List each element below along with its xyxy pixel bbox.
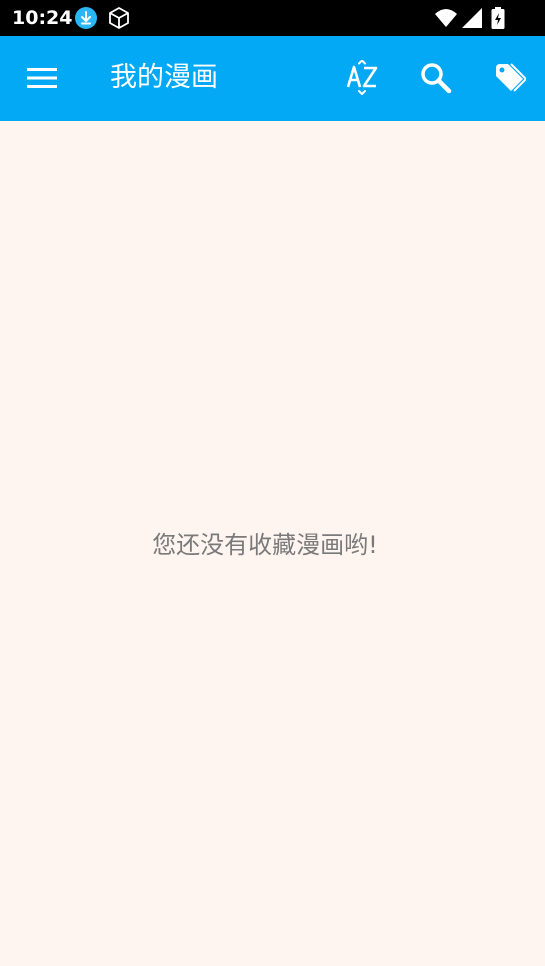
status-time: 10:24 bbox=[12, 7, 73, 29]
battery-charging-icon bbox=[486, 6, 510, 30]
wifi-icon bbox=[434, 6, 458, 30]
package-icon bbox=[107, 6, 131, 30]
sort-az-icon[interactable] bbox=[345, 60, 381, 96]
status-bar: 10:24 bbox=[0, 0, 545, 36]
search-icon[interactable] bbox=[418, 60, 454, 96]
tag-icon[interactable] bbox=[490, 60, 526, 96]
page-title: 我的漫画 bbox=[110, 62, 218, 93]
empty-state-message: 您还没有收藏漫画哟! bbox=[152, 531, 378, 559]
download-icon bbox=[74, 6, 98, 30]
menu-icon[interactable] bbox=[24, 60, 60, 96]
signal-icon bbox=[460, 6, 484, 30]
toolbar: 我的漫画 bbox=[0, 36, 545, 121]
